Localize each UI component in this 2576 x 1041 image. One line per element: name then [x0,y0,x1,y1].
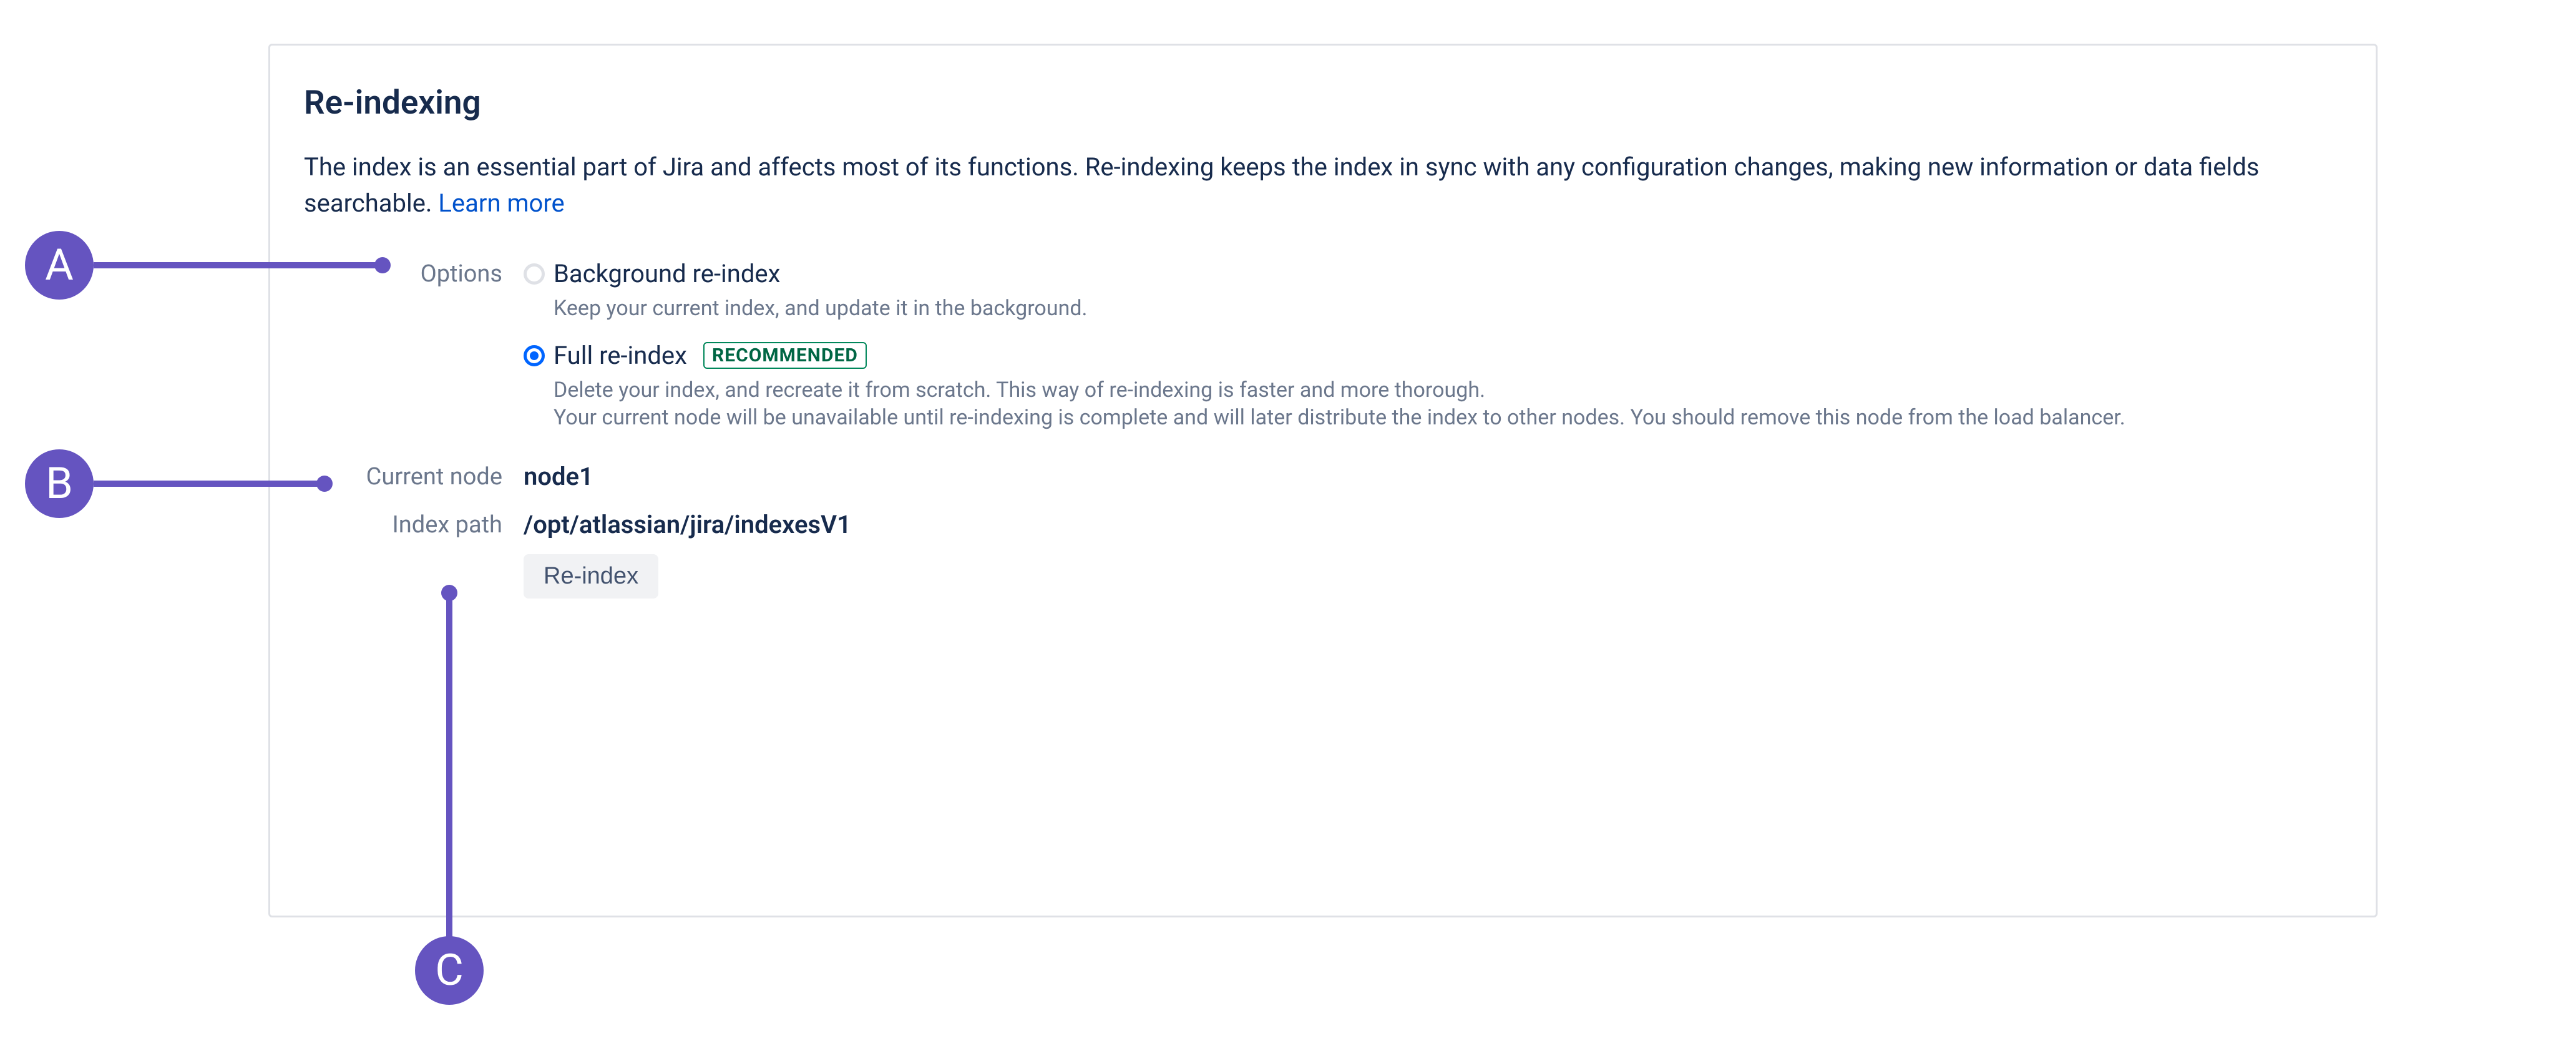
options-value: Background re-index Keep your current in… [524,259,2342,451]
current-node-value-wrap: node1 [524,462,2342,491]
option-full-label: Full re-index [554,341,687,370]
radio-checked-icon[interactable] [524,345,545,366]
option-full: Full re-index RECOMMENDED Delete your in… [524,341,2342,431]
recommended-badge: RECOMMENDED [703,342,867,369]
reindexing-panel: Re-indexing The index is an essential pa… [268,44,2378,917]
current-node-label: Current node [304,462,524,491]
options-row: Options Background re-index Keep your cu… [304,259,2342,451]
annotation-b-badge: B [25,449,94,518]
annotation-c-connector [446,593,452,942]
option-background: Background re-index Keep your current in… [524,259,2342,322]
index-path-value: /opt/atlassian/jira/indexesV1 [524,510,851,539]
annotation-a-connector [94,262,383,268]
page-title: Re-indexing [304,83,2342,122]
option-background-desc: Keep your current index, and update it i… [554,295,2342,322]
intro-paragraph: The index is an essential part of Jira a… [304,149,2342,222]
option-full-desc-line1: Delete your index, and recreate it from … [554,378,1485,403]
intro-text: The index is an essential part of Jira a… [304,152,2259,218]
annotation-a-badge: A [25,231,94,300]
option-full-desc-line2: Your current node will be unavailable un… [554,405,2125,430]
learn-more-link[interactable]: Learn more [438,188,564,218]
option-background-label: Background re-index [554,259,780,288]
annotation-a-dot [374,257,391,273]
option-full-desc: Delete your index, and recreate it from … [554,376,2342,431]
annotation-b-connector [94,481,324,487]
annotation-c-badge: C [415,936,484,1005]
index-path-value-wrap: /opt/atlassian/jira/indexesV1 Re-index [524,510,2342,599]
option-background-head[interactable]: Background re-index [524,259,2342,288]
annotation-b-dot [316,476,333,492]
radio-unchecked-icon[interactable] [524,263,545,285]
index-path-row: Index path /opt/atlassian/jira/indexesV1… [304,510,2342,599]
option-full-head[interactable]: Full re-index RECOMMENDED [524,341,2342,370]
reindex-button[interactable]: Re-index [524,554,658,599]
index-path-label: Index path [304,510,524,539]
current-node-value: node1 [524,462,593,491]
annotation-c-dot [441,585,457,601]
current-node-row: Current node node1 [304,462,2342,491]
